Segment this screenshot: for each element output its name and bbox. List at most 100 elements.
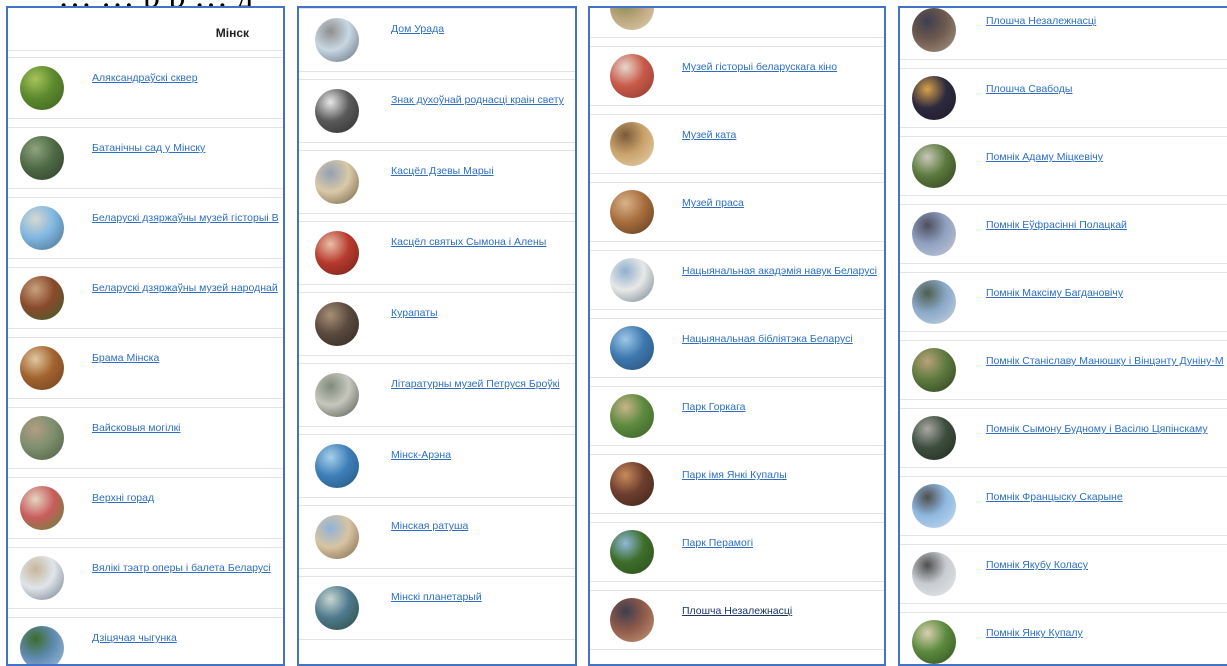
place-link[interactable]: Парк Перамогі <box>682 537 753 549</box>
place-thumbnail[interactable] <box>315 302 359 346</box>
list-item[interactable]: Помнік Янку Купалу <box>900 612 1227 664</box>
list-item[interactable]: Касцёл святых Сымона і Алены <box>299 221 575 285</box>
place-thumbnail[interactable] <box>610 190 654 234</box>
place-thumbnail[interactable] <box>912 76 956 120</box>
place-thumbnail[interactable] <box>610 8 654 30</box>
place-thumbnail[interactable] <box>912 620 956 664</box>
place-link[interactable]: Вялікі тэатр оперы і балета Беларусі <box>92 562 271 574</box>
list-item[interactable]: Дом Урада <box>299 8 575 72</box>
place-link[interactable]: Помнік Якубу Коласу <box>986 559 1088 571</box>
list-item[interactable]: Літаратурны музей Петруся Броўкі <box>299 363 575 427</box>
place-link[interactable]: Помнік Францыску Скарыне <box>986 491 1123 503</box>
place-thumbnail[interactable] <box>315 89 359 133</box>
place-link[interactable]: Парк імя Янкі Купалы <box>682 469 787 481</box>
list-item[interactable]: Помнік Станіславу Манюшку і Вінцэнту Дун… <box>900 340 1227 400</box>
list-item[interactable]: Музей праса <box>590 182 884 242</box>
place-link[interactable]: Парк Горкага <box>682 401 746 413</box>
list-item[interactable]: Плошча Незалежнасці <box>590 590 884 650</box>
place-thumbnail[interactable] <box>912 212 956 256</box>
place-link[interactable]: Нацыянальная бібліятэка Беларусі <box>682 333 853 345</box>
place-thumbnail[interactable] <box>315 586 359 630</box>
list-item[interactable]: Помнік Еўфрасінні Полацкай <box>900 204 1227 264</box>
place-link[interactable]: Дом Урада <box>391 23 444 35</box>
place-thumbnail[interactable] <box>20 626 64 664</box>
place-thumbnail[interactable] <box>315 373 359 417</box>
list-item[interactable]: Вайсковыя могілкі <box>8 407 283 469</box>
place-link[interactable]: Касцёл святых Сымона і Алены <box>391 236 546 248</box>
place-thumbnail[interactable] <box>610 462 654 506</box>
list-item[interactable]: Нацыянальная бібліятэка Беларусі <box>590 318 884 378</box>
place-link[interactable]: Вайсковыя могілкі <box>92 422 181 434</box>
list-item[interactable]: Плошча Незалежнасці <box>900 8 1227 60</box>
list-item[interactable]: Музей «Краіна міні» <box>590 8 884 38</box>
list-item[interactable]: Знак духоўнай роднасці краін свету <box>299 79 575 143</box>
place-link[interactable]: Помнік Максіму Багдановічу <box>986 287 1123 299</box>
place-link[interactable]: Беларускі дзяржаўны музей народнай <box>92 282 278 294</box>
list-item[interactable]: Помнік Сымону Будному і Васілю Цяпінскам… <box>900 408 1227 468</box>
place-thumbnail[interactable] <box>315 444 359 488</box>
place-thumbnail[interactable] <box>315 18 359 62</box>
place-link[interactable]: Батанічны сад у Мінску <box>92 142 205 154</box>
place-thumbnail[interactable] <box>20 276 64 320</box>
place-link[interactable]: Помнік Сымону Будному і Васілю Цяпінскам… <box>986 423 1208 435</box>
place-link[interactable]: Помнік Станіславу Манюшку і Вінцэнту Дун… <box>986 355 1224 367</box>
list-item[interactable]: Нацыянальная акадэмія навук Беларусі <box>590 250 884 310</box>
place-link[interactable]: Беларускі дзяржаўны музей гісторыі В <box>92 212 279 224</box>
place-link[interactable]: Помнік Адаму Міцкевічу <box>986 151 1103 163</box>
list-item[interactable]: Батанічны сад у Мінску <box>8 127 283 189</box>
place-thumbnail[interactable] <box>20 66 64 110</box>
place-thumbnail[interactable] <box>912 280 956 324</box>
list-item[interactable]: Помнік Францыску Скарыне <box>900 476 1227 536</box>
place-link[interactable]: Дзіцячая чыгунка <box>92 632 177 644</box>
list-item[interactable]: Верхні горад <box>8 477 283 539</box>
place-thumbnail[interactable] <box>20 346 64 390</box>
place-thumbnail[interactable] <box>315 515 359 559</box>
place-thumbnail[interactable] <box>610 394 654 438</box>
place-thumbnail[interactable] <box>610 598 654 642</box>
list-item[interactable]: Мінская ратуша <box>299 505 575 569</box>
place-link[interactable]: Верхні горад <box>92 492 154 504</box>
place-link[interactable]: Плошча Свабоды <box>986 83 1072 95</box>
list-item[interactable]: Парк імя Янкі Купалы <box>590 454 884 514</box>
list-item[interactable]: Парк Перамогі <box>590 522 884 582</box>
place-thumbnail[interactable] <box>20 486 64 530</box>
place-link[interactable]: Курапаты <box>391 307 438 319</box>
place-link[interactable]: Знак духоўнай роднасці краін свету <box>391 94 564 106</box>
list-item[interactable]: Вялікі тэатр оперы і балета Беларусі <box>8 547 283 609</box>
place-link[interactable]: Касцёл Дзевы Марыі <box>391 165 494 177</box>
place-thumbnail[interactable] <box>20 556 64 600</box>
place-link[interactable]: Музей праса <box>682 197 744 209</box>
list-item[interactable]: Парк Горкага <box>590 386 884 446</box>
list-item[interactable]: Помнік Адаму Міцкевічу <box>900 136 1227 196</box>
list-item[interactable]: Брама Мінска <box>8 337 283 399</box>
place-thumbnail[interactable] <box>610 122 654 166</box>
place-thumbnail[interactable] <box>912 416 956 460</box>
place-thumbnail[interactable] <box>315 160 359 204</box>
list-item[interactable]: Касцёл Дзевы Марыі <box>299 150 575 214</box>
list-item[interactable]: Мінскі планетарый <box>299 576 575 640</box>
place-thumbnail[interactable] <box>20 206 64 250</box>
place-link[interactable]: Плошча Незалежнасці <box>682 605 792 617</box>
place-link[interactable]: Аляксандраўскі сквер <box>92 72 198 84</box>
list-item[interactable]: Помнік Якубу Коласу <box>900 544 1227 604</box>
list-item[interactable]: Беларускі дзяржаўны музей гісторыі В <box>8 197 283 259</box>
place-link[interactable]: Нацыянальная акадэмія навук Беларусі <box>682 265 877 277</box>
list-item[interactable]: Музей ката <box>590 114 884 174</box>
place-thumbnail[interactable] <box>610 54 654 98</box>
list-item[interactable]: Аляксандраўскі сквер <box>8 57 283 119</box>
place-link[interactable]: Мінская ратуша <box>391 520 468 532</box>
place-link[interactable]: Музей гісторыі беларускага кіно <box>682 61 837 73</box>
list-item[interactable]: Плошча Свабоды <box>900 68 1227 128</box>
list-item[interactable]: Беларускі дзяржаўны музей народнай <box>8 267 283 329</box>
place-thumbnail[interactable] <box>315 231 359 275</box>
list-item[interactable]: Курапаты <box>299 292 575 356</box>
place-link[interactable]: Брама Мінска <box>92 352 159 364</box>
place-thumbnail[interactable] <box>912 8 956 52</box>
place-thumbnail[interactable] <box>610 530 654 574</box>
list-item[interactable]: Музей гісторыі беларускага кіно <box>590 46 884 106</box>
place-thumbnail[interactable] <box>912 484 956 528</box>
list-item[interactable]: Мінск-Арэна <box>299 434 575 498</box>
place-link[interactable]: Помнік Еўфрасінні Полацкай <box>986 219 1127 231</box>
place-link[interactable]: Плошча Незалежнасці <box>986 15 1096 27</box>
place-link[interactable]: Мінск-Арэна <box>391 449 451 461</box>
